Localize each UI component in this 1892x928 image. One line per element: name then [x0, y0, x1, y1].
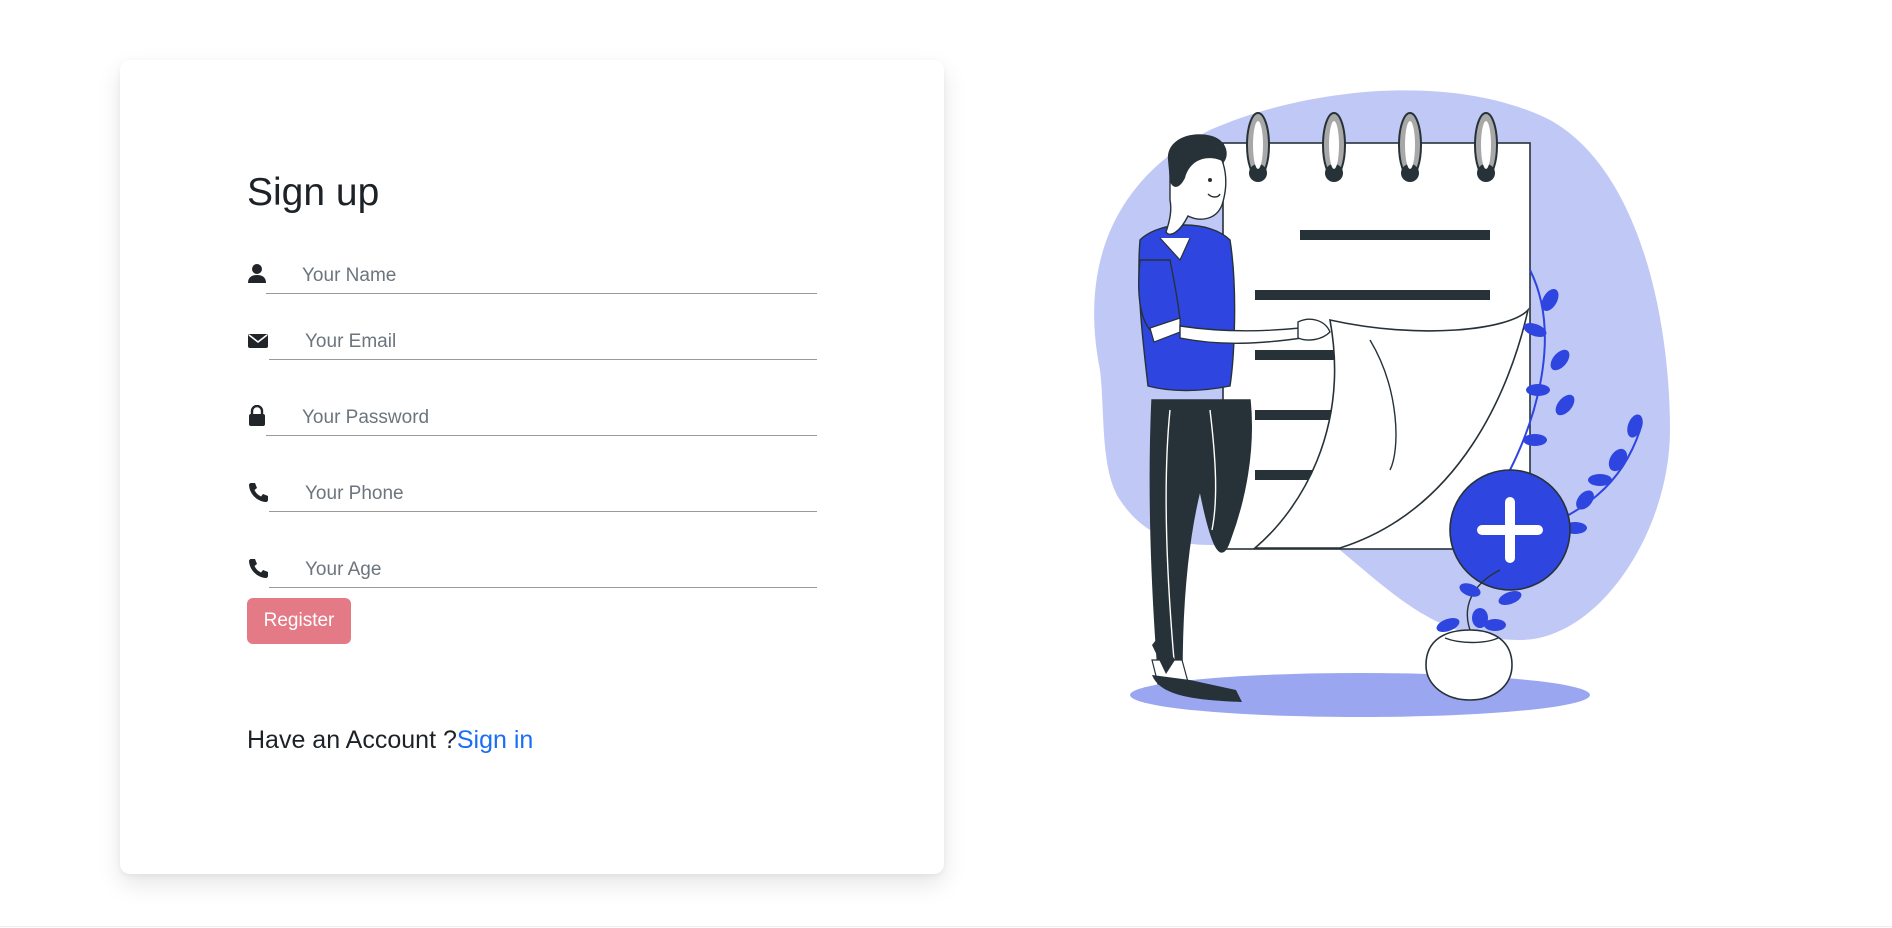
password-field-row — [247, 400, 817, 440]
name-field-row — [247, 258, 817, 298]
signup-page: Sign up Your Name Your Email Your Phone … — [0, 0, 1892, 928]
register-button[interactable]: Register — [247, 598, 351, 644]
phone-field-row — [247, 476, 817, 516]
account-prompt-text: Have an Account ? — [247, 726, 457, 754]
age-input[interactable] — [269, 552, 817, 588]
envelope-icon — [247, 329, 269, 351]
page-divider — [0, 926, 1892, 927]
signin-link[interactable]: Sign in — [457, 726, 533, 754]
age-field-row — [247, 552, 817, 592]
email-field-row — [247, 324, 817, 364]
password-input[interactable] — [266, 400, 817, 436]
phone-input[interactable] — [269, 476, 817, 512]
email-input[interactable] — [269, 324, 817, 360]
phone-icon — [247, 557, 269, 579]
phone-icon — [247, 481, 269, 503]
signup-illustration — [1094, 90, 1670, 717]
signup-card: Sign up Your Name Your Email Your Phone … — [120, 60, 944, 874]
plus-icon — [1449, 469, 1571, 591]
page-title: Sign up — [247, 171, 380, 214]
account-prompt: Have an Account ?Sign in — [247, 726, 533, 755]
name-input[interactable] — [266, 258, 817, 294]
